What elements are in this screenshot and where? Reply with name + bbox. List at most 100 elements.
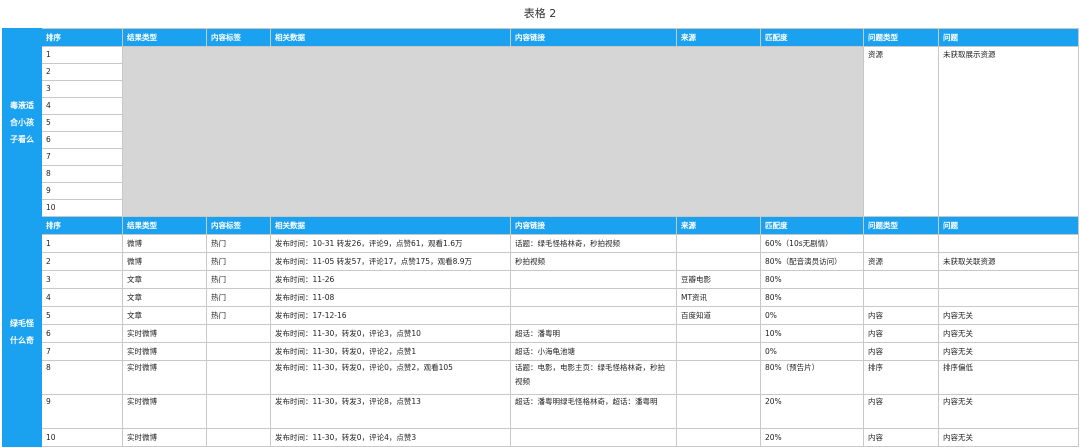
link-cell[interactable] xyxy=(510,428,677,447)
column-header-link[interactable]: 内容链接 xyxy=(510,216,677,235)
issue-cell[interactable] xyxy=(938,288,1079,307)
tag-cell[interactable]: 热门 xyxy=(206,306,271,325)
source-cell[interactable] xyxy=(676,252,761,271)
issue-type-cell[interactable]: 内容 xyxy=(863,324,939,343)
type-cell[interactable]: 实时微博 xyxy=(122,360,207,395)
issue-cell[interactable]: 排序偏低 xyxy=(938,360,1079,395)
data-cell[interactable]: 发布时间：11-30，转发0，评论3，点赞10 xyxy=(270,324,511,343)
data-cell[interactable]: 发布时间：11-30，转发3，评论8，点赞13 xyxy=(270,394,511,429)
match-cell[interactable]: 0% xyxy=(760,306,864,325)
issue-cell[interactable]: 内容无关 xyxy=(938,324,1079,343)
rank-cell[interactable]: 7 xyxy=(41,148,123,166)
match-cell[interactable]: 60%（10s无剧情） xyxy=(760,234,864,253)
rank-cell[interactable]: 10 xyxy=(41,199,123,217)
rank-cell[interactable]: 3 xyxy=(41,270,123,289)
rank-cell[interactable]: 8 xyxy=(41,360,123,395)
match-cell[interactable]: 80%（预告片） xyxy=(760,360,864,395)
issue-type-cell[interactable]: 资源 xyxy=(863,252,939,271)
tag-cell[interactable] xyxy=(206,360,271,395)
type-cell[interactable]: 微博 xyxy=(122,252,207,271)
query-cell[interactable]: 毒液适合小孩子看么 xyxy=(2,28,42,217)
data-cell[interactable]: 发布时间：11-30，转发0，评论4，点赞3 xyxy=(270,428,511,447)
column-header-tag[interactable]: 内容标签 xyxy=(206,216,271,235)
issue-cell[interactable]: 内容无关 xyxy=(938,394,1079,429)
source-cell[interactable]: 豆瓣电影 xyxy=(676,270,761,289)
match-cell[interactable]: 0% xyxy=(760,342,864,361)
tag-cell[interactable] xyxy=(206,342,271,361)
data-cell[interactable]: 发布时间：11-26 xyxy=(270,270,511,289)
column-header-source[interactable]: 来源 xyxy=(676,28,761,47)
link-cell[interactable]: 秒拍视频 xyxy=(510,252,677,271)
source-cell[interactable]: 百度知道 xyxy=(676,306,761,325)
tag-cell[interactable]: 热门 xyxy=(206,252,271,271)
tag-cell[interactable]: 热门 xyxy=(206,270,271,289)
issue-cell[interactable] xyxy=(938,234,1079,253)
column-header-link[interactable]: 内容链接 xyxy=(510,28,677,47)
match-cell[interactable]: 10% xyxy=(760,324,864,343)
source-cell[interactable] xyxy=(676,360,761,395)
rank-cell[interactable]: 10 xyxy=(41,428,123,447)
link-cell[interactable] xyxy=(510,288,677,307)
source-cell[interactable] xyxy=(676,342,761,361)
tag-cell[interactable] xyxy=(206,324,271,343)
link-cell[interactable] xyxy=(510,270,677,289)
column-header-match[interactable]: 匹配度 xyxy=(760,216,864,235)
link-cell[interactable]: 超话：潘粤明 xyxy=(510,324,677,343)
rank-cell[interactable]: 6 xyxy=(41,324,123,343)
rank-cell[interactable]: 7 xyxy=(41,342,123,361)
match-cell[interactable]: 80% xyxy=(760,270,864,289)
column-header-match[interactable]: 匹配度 xyxy=(760,28,864,47)
link-cell[interactable] xyxy=(510,306,677,325)
issue-type-cell[interactable]: 内容 xyxy=(863,394,939,429)
rank-cell[interactable]: 5 xyxy=(41,114,123,132)
rank-cell[interactable]: 1 xyxy=(41,46,123,64)
column-header-type[interactable]: 结果类型 xyxy=(122,216,207,235)
issue-type-cell[interactable]: 内容 xyxy=(863,306,939,325)
type-cell[interactable]: 文章 xyxy=(122,306,207,325)
data-cell[interactable]: 发布时间：11-05 转发57，评论17，点赞175，观看8.9万 xyxy=(270,252,511,271)
rank-cell[interactable]: 2 xyxy=(41,252,123,271)
data-cell[interactable]: 发布时间：11-30，转发0，评论0，点赞2，观看105 xyxy=(270,360,511,395)
match-cell[interactable]: 80%（配音演员访问） xyxy=(760,252,864,271)
match-cell[interactable]: 80% xyxy=(760,288,864,307)
rank-cell[interactable]: 3 xyxy=(41,80,123,98)
source-cell[interactable] xyxy=(676,428,761,447)
issue-type-cell[interactable] xyxy=(863,288,939,307)
column-header-source[interactable]: 来源 xyxy=(676,216,761,235)
rank-cell[interactable]: 9 xyxy=(41,394,123,429)
tag-cell[interactable]: 热门 xyxy=(206,288,271,307)
data-cell[interactable]: 发布时间：17-12-16 xyxy=(270,306,511,325)
issue-type-cell[interactable] xyxy=(863,234,939,253)
link-cell[interactable]: 话题：电影，电影主页：绿毛怪格林奇，秒拍视频 xyxy=(510,360,677,395)
rank-cell[interactable]: 5 xyxy=(41,306,123,325)
issue-cell[interactable]: 未获取关联资源 xyxy=(938,252,1079,271)
tag-cell[interactable] xyxy=(206,394,271,429)
type-cell[interactable]: 实时微博 xyxy=(122,394,207,429)
rank-cell[interactable]: 8 xyxy=(41,165,123,183)
rank-cell[interactable]: 6 xyxy=(41,131,123,149)
source-cell[interactable] xyxy=(676,394,761,429)
issue-type-cell[interactable]: 内容 xyxy=(863,342,939,361)
issue-cell[interactable]: 内容无关 xyxy=(938,306,1079,325)
query-cell[interactable]: 绿毛怪什么奇 xyxy=(2,216,42,447)
source-cell[interactable] xyxy=(676,324,761,343)
type-cell[interactable]: 实时微博 xyxy=(122,428,207,447)
column-header-issue-type[interactable]: 问题类型 xyxy=(863,28,939,47)
column-header-issue[interactable]: 问题 xyxy=(938,28,1079,47)
empty-result-area[interactable] xyxy=(122,46,864,217)
tag-cell[interactable]: 热门 xyxy=(206,234,271,253)
column-header-data[interactable]: 相关数据 xyxy=(270,28,511,47)
column-header-issue-type[interactable]: 问题类型 xyxy=(863,216,939,235)
column-header-tag[interactable]: 内容标签 xyxy=(206,28,271,47)
column-header-rank[interactable]: 排序 xyxy=(41,216,123,235)
type-cell[interactable]: 实时微博 xyxy=(122,342,207,361)
issue-type-cell[interactable] xyxy=(863,270,939,289)
tag-cell[interactable] xyxy=(206,428,271,447)
rank-cell[interactable]: 2 xyxy=(41,63,123,81)
issue-cell[interactable]: 内容无关 xyxy=(938,342,1079,361)
column-header-rank[interactable]: 排序 xyxy=(41,28,123,47)
issue-type-cell[interactable]: 资源 xyxy=(863,46,939,217)
type-cell[interactable]: 微博 xyxy=(122,234,207,253)
match-cell[interactable]: 20% xyxy=(760,394,864,429)
rank-cell[interactable]: 9 xyxy=(41,182,123,200)
